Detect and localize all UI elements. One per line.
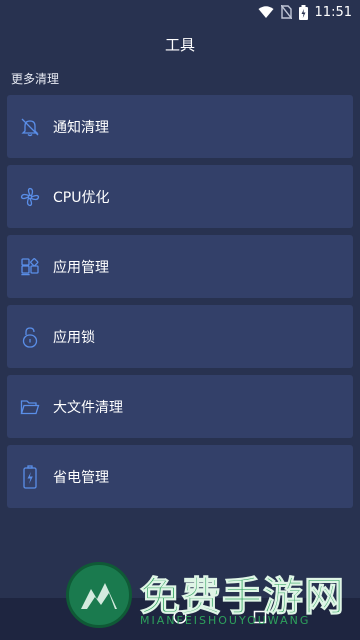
home-icon[interactable]	[172, 609, 188, 629]
menu-label: CPU优化	[53, 189, 110, 206]
no-sim-icon	[280, 5, 292, 19]
section-label: 更多清理	[11, 72, 60, 86]
apps-grid-icon	[19, 256, 41, 278]
menu-item-app-manage[interactable]: 应用管理	[7, 235, 353, 298]
back-icon[interactable]	[92, 609, 108, 629]
status-time: 11:51	[314, 4, 352, 20]
lock-icon	[19, 326, 41, 348]
menu-item-notification-clean[interactable]: 通知清理	[7, 95, 353, 158]
wifi-icon	[258, 5, 274, 18]
page-title: 工具	[164, 35, 195, 54]
battery-charging-icon	[298, 4, 308, 20]
folder-icon	[19, 396, 41, 418]
tool-menu-list: 通知清理 CPU优化 应用管理 应用锁 大文件清理 省电管理	[7, 95, 353, 508]
menu-label: 应用锁	[53, 329, 95, 346]
system-nav-bar	[0, 598, 360, 640]
bell-off-icon	[19, 116, 41, 138]
menu-item-power-manage[interactable]: 省电管理	[7, 445, 353, 508]
menu-label: 通知清理	[53, 119, 109, 136]
status-bar: 11:51	[0, 0, 360, 24]
menu-label: 应用管理	[53, 259, 109, 276]
menu-label: 大文件清理	[53, 399, 123, 416]
menu-label: 省电管理	[53, 469, 109, 486]
fan-icon	[19, 186, 41, 208]
recents-icon[interactable]	[252, 609, 268, 629]
menu-item-large-file-clean[interactable]: 大文件清理	[7, 375, 353, 438]
menu-item-app-lock[interactable]: 应用锁	[7, 305, 353, 368]
battery-icon	[19, 464, 41, 489]
menu-item-cpu-optimize[interactable]: CPU优化	[7, 165, 353, 228]
